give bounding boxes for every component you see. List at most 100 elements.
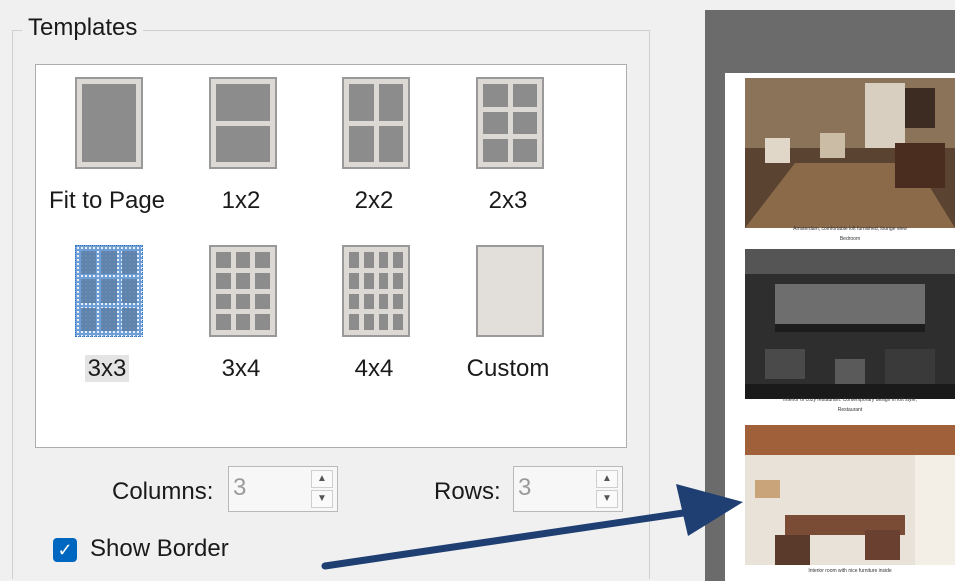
template-grid-cell <box>101 251 117 275</box>
show-border-label[interactable]: Show Border <box>90 535 229 563</box>
template-grid-cell <box>363 293 374 310</box>
template-thumbnail <box>342 245 410 337</box>
template-grid-cell <box>216 84 270 121</box>
template-2x2[interactable]: 2x2 <box>309 65 439 225</box>
template-3x3[interactable]: 3x3 <box>42 233 172 393</box>
template-grid-cell <box>393 252 403 268</box>
template-grid-cell <box>393 314 403 330</box>
template-grid-cell <box>255 252 270 268</box>
template-grid-cell <box>512 139 537 162</box>
checkmark-icon: ✓ <box>57 540 73 560</box>
template-grid-cell <box>393 293 403 310</box>
template-thumbnail <box>209 77 277 169</box>
rows-increment-button[interactable]: ▲ <box>596 470 618 488</box>
template-grid-cell <box>483 139 508 162</box>
template-label: 2x2 <box>354 187 394 214</box>
template-grid-cell <box>235 252 251 268</box>
template-grid-cell <box>393 272 403 289</box>
template-grid-cell <box>216 314 231 330</box>
template-thumbnail <box>75 245 143 337</box>
template-grid-cell <box>81 251 97 275</box>
templates-group-title: Templates <box>22 14 144 42</box>
template-grid-cell <box>235 293 251 310</box>
template-4x4[interactable]: 4x4 <box>309 233 439 393</box>
photo-caption: Interior room with nice furniture inside <box>808 568 892 574</box>
loft-room-photo <box>745 78 955 228</box>
chevron-down-icon: ▼ <box>602 493 612 504</box>
template-grid-cell <box>216 125 270 162</box>
chevron-down-icon: ▼ <box>317 493 327 504</box>
template-grid-cell <box>255 314 270 330</box>
template-grid-cell <box>483 84 508 107</box>
photo-caption-category: Bedroom <box>839 236 861 242</box>
template-thumbnail <box>209 245 277 337</box>
template-grid-cell <box>363 272 374 289</box>
template-grid-cell <box>235 272 251 289</box>
restaurant-photo <box>745 249 955 399</box>
rows-input[interactable] <box>516 473 590 503</box>
template-grid-cell <box>81 279 97 303</box>
template-grid-cell <box>82 84 136 162</box>
template-grid-cell <box>121 279 137 303</box>
template-grid-cell <box>363 252 374 268</box>
template-grid-cell <box>255 272 270 289</box>
preview-page: Amsterdam, comfortable loft furnished, l… <box>725 73 955 581</box>
template-grid-cell <box>378 314 389 330</box>
template-grid-cell <box>378 272 389 289</box>
template-grid-cell <box>101 279 117 303</box>
columns-label: Columns: <box>112 478 214 505</box>
templates-panel: Templates Fit to Page 1x2 2x2 2x3 3x3 3x… <box>0 0 675 581</box>
template-thumbnail <box>75 77 143 169</box>
template-grid-cell <box>216 252 231 268</box>
columns-decrement-button[interactable]: ▼ <box>311 490 333 508</box>
photo-caption: Amsterdam, comfortable loft furnished, l… <box>793 226 907 232</box>
template-grid-cell <box>81 307 97 331</box>
chevron-up-icon: ▲ <box>602 473 612 484</box>
template-label: Custom <box>466 355 550 382</box>
template-grid-cell <box>349 293 359 310</box>
template-custom[interactable]: Custom <box>443 233 573 393</box>
template-grid-cell <box>512 84 537 107</box>
template-grid-cell <box>512 111 537 135</box>
template-grid-cell <box>483 111 508 135</box>
interior-room-photo <box>745 425 955 565</box>
template-grid-cell <box>255 293 270 310</box>
template-grid-cell <box>363 314 374 330</box>
rows-label: Rows: <box>434 478 501 505</box>
template-grid-cell <box>235 314 251 330</box>
template-3x4[interactable]: 3x4 <box>176 233 306 393</box>
template-grid-cell <box>349 314 359 330</box>
template-grid-cell <box>349 252 359 268</box>
template-grid-cell <box>101 307 117 331</box>
photo-caption: Interior of cozy restaurant. Contemporar… <box>783 397 917 403</box>
template-thumbnail <box>476 245 544 337</box>
columns-spinner[interactable]: ▲ ▼ <box>228 466 338 512</box>
template-label: 1x2 <box>221 187 261 214</box>
template-grid-cell <box>378 293 389 310</box>
template-label: Fit to Page <box>48 187 166 214</box>
template-grid-cell <box>349 84 374 121</box>
template-grid-cell <box>121 251 137 275</box>
template-grid-cell <box>216 293 231 310</box>
template-1x2[interactable]: 1x2 <box>176 65 306 225</box>
template-grid-cell <box>349 125 374 162</box>
template-fit-to-page[interactable]: Fit to Page <box>42 65 172 225</box>
rows-decrement-button[interactable]: ▼ <box>596 490 618 508</box>
show-border-checkbox[interactable]: ✓ <box>53 538 77 562</box>
template-thumbnail <box>342 77 410 169</box>
template-grid-cell <box>378 252 389 268</box>
columns-increment-button[interactable]: ▲ <box>311 470 333 488</box>
template-label: 3x4 <box>221 355 261 382</box>
template-label: 4x4 <box>354 355 394 382</box>
rows-spinner[interactable]: ▲ ▼ <box>513 466 623 512</box>
chevron-up-icon: ▲ <box>317 473 327 484</box>
template-grid-cell <box>378 125 403 162</box>
template-label: 3x3 <box>42 355 172 383</box>
template-grid-cell <box>349 272 359 289</box>
photo-caption-category: Restaurant <box>837 407 863 413</box>
template-2x3[interactable]: 2x3 <box>443 65 573 225</box>
template-grid-cell <box>378 84 403 121</box>
template-gallery: Fit to Page 1x2 2x2 2x3 3x3 3x4 4x4 Cust… <box>35 64 627 448</box>
columns-input[interactable] <box>231 473 305 503</box>
template-thumbnail <box>476 77 544 169</box>
